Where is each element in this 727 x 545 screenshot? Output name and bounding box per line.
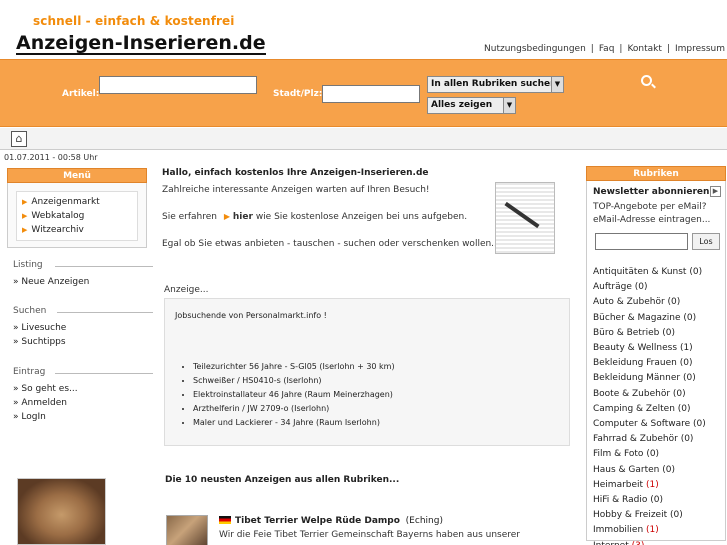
job-item[interactable]: Elektroinstallateur 46 Jahre (Raum Meine… [193,388,395,402]
filter-select[interactable]: Alles zeigen ▼ [427,97,516,114]
current-datetime: 01.07.2011 - 00:58 Uhr [4,153,98,162]
ad-thumbnail[interactable] [166,515,208,545]
newsletter-submit-button[interactable]: Los [692,233,720,250]
job-list: Teilezurichter 56 Jahre - S-Gl05 (Iserlo… [193,360,395,430]
rubriken-panel: Rubriken Newsletter abonnieren ▶ TOP-Ang… [586,166,726,545]
stadt-input[interactable] [322,85,420,103]
triangle-right-icon: ▶ [22,212,28,220]
category-item[interactable]: Heimarbeit (1) [593,478,719,493]
link-suchtipps[interactable]: » Suchtipps [13,337,66,347]
arrow-right-icon[interactable]: ▶ [710,186,721,197]
category-item[interactable]: Bekleidung Frauen (0) [593,356,719,371]
job-item[interactable]: Schweißer / HS0410-s (Iserlohn) [193,374,395,388]
page-title: Hallo, einfach kostenlos Ihre Anzeigen-I… [162,168,429,178]
link-anmelden[interactable]: » Anmelden [13,398,67,408]
artikel-input[interactable] [99,76,257,94]
home-icon[interactable]: ⌂ [11,131,27,147]
site-tagline: schnell - einfach & kostenfrei [33,14,235,28]
top-links: Nutzungsbedingungen | Faq | Kontakt | Impressu… [484,44,725,54]
newsletter-title: Newsletter abonnieren ▶ [593,186,721,197]
newspaper-image [495,182,555,254]
rubrik-select[interactable]: In allen Rubriken suchen ▼ [427,76,564,93]
anzeige-title[interactable]: Jobsuchende von Personalmarkt.info ! [175,311,327,320]
arrow-right-icon: ▶ [223,212,231,221]
link-kontakt[interactable]: Kontakt [627,44,661,54]
rubrik-select-value: In allen Rubriken suchen [431,79,557,89]
triangle-right-icon: ▶ [22,226,28,234]
newsletter-email-input[interactable] [595,233,688,250]
filter-select-value: Alles zeigen [431,100,493,110]
link-faq[interactable]: Faq [599,44,615,54]
hier-link[interactable]: hier [233,212,253,222]
chevron-down-icon: ▼ [503,98,515,113]
german-flag-icon [219,516,231,524]
category-item[interactable]: Camping & Zelten (0) [593,402,719,417]
intro-text-1: Zahlreiche interessante Anzeigen warten … [162,185,430,195]
section-listing: Listing [13,260,153,270]
stadt-label: Stadt/Plz: [273,89,323,99]
category-item[interactable]: Computer & Software (0) [593,417,719,432]
anzeige-label: Anzeige... [164,285,209,295]
section-suchen: Suchen [13,306,153,316]
category-item[interactable]: Antiquitäten & Kunst (0) [593,265,719,280]
dog-photo[interactable] [17,478,106,545]
category-item[interactable]: Haus & Garten (0) [593,463,719,478]
category-item[interactable]: Bekleidung Männer (0) [593,371,719,386]
job-item[interactable]: Teilezurichter 56 Jahre - S-Gl05 (Iserlo… [193,360,395,374]
menu-item-webkatalog[interactable]: ▶ Webkatalog [22,209,132,223]
left-menu: Menü ▶ Anzeigenmarkt ▶ Webkatalog ▶ Witzear… [7,168,147,248]
intro-text-3: Egal ob Sie etwas anbieten - tauschen - … [162,239,500,249]
menu-item-anzeigenmarkt[interactable]: ▶ Anzeigenmarkt [22,195,132,209]
category-item[interactable]: HiFi & Radio (0) [593,493,719,508]
category-item[interactable]: Beauty & Wellness (1) [593,341,719,356]
job-item[interactable]: Maler und Lackierer - 34 Jahre (Raum Ise… [193,416,395,430]
home-bar: ⌂ [0,128,727,150]
category-item[interactable]: Immobilien (1) [593,523,719,538]
link-nutzungsbedingungen[interactable]: Nutzungsbedingungen [484,44,586,54]
intro-text-2: Sie erfahren ▶ hier wie Sie kostenlose A… [162,212,468,222]
category-item[interactable]: Auto & Zubehör (0) [593,295,719,310]
section-eintrag: Eintrag [13,367,153,377]
category-item[interactable]: Fahrrad & Zubehör (0) [593,432,719,447]
ad-location: (Eching) [405,516,443,526]
menu-title: Menü [7,168,147,183]
artikel-label: Artikel: [62,89,100,99]
newest-ads-heading: Die 10 neusten Anzeigen aus allen Rubrik… [165,475,400,485]
category-item[interactable]: Bücher & Magazine (0) [593,311,719,326]
triangle-right-icon: ▶ [22,198,28,206]
site-logo[interactable]: Anzeigen-Inserieren.de [16,33,266,55]
rubriken-title: Rubriken [586,166,726,181]
category-item[interactable]: Film & Foto (0) [593,447,719,462]
link-neue-anzeigen[interactable]: » Neue Anzeigen [13,277,89,287]
job-item[interactable]: Arzthelferin / JW 2709-o (Iserlohn) [193,402,395,416]
category-item[interactable]: Hobby & Freizeit (0) [593,508,719,523]
link-login[interactable]: » LogIn [13,412,46,422]
newsletter-text: TOP-Angebote per eMail? eMail-Adresse ei… [593,202,711,225]
ad-title-row: Tibet Terrier Welpe Rüde Dampo (Eching) [219,516,443,526]
menu-item-witzearchiv[interactable]: ▶ Witzearchiv [22,223,132,237]
category-item[interactable]: Boote & Zubehör (0) [593,387,719,402]
search-icon[interactable] [641,75,652,86]
search-bar: Artikel: Stadt/Plz: In allen Rubriken su… [0,59,727,127]
anzeige-box: Jobsuchende von Personalmarkt.info ! Tei… [164,298,570,446]
link-livesuche[interactable]: » Livesuche [13,323,66,333]
ad-description: Wir die Feie Tibet Terrier Gemeinschaft … [219,530,521,540]
category-item[interactable]: Aufträge (0) [593,280,719,295]
category-list: Antiquitäten & Kunst (0) Aufträge (0) Auto… [593,265,719,545]
chevron-down-icon: ▼ [551,77,563,92]
link-so-geht-es[interactable]: » So geht es... [13,384,78,394]
link-impressum[interactable]: Impressum [675,44,725,54]
category-item[interactable]: Internet (3) [593,539,719,545]
ad-title-link[interactable]: Tibet Terrier Welpe Rüde Dampo [235,516,400,526]
category-item[interactable]: Büro & Betrieb (0) [593,326,719,341]
